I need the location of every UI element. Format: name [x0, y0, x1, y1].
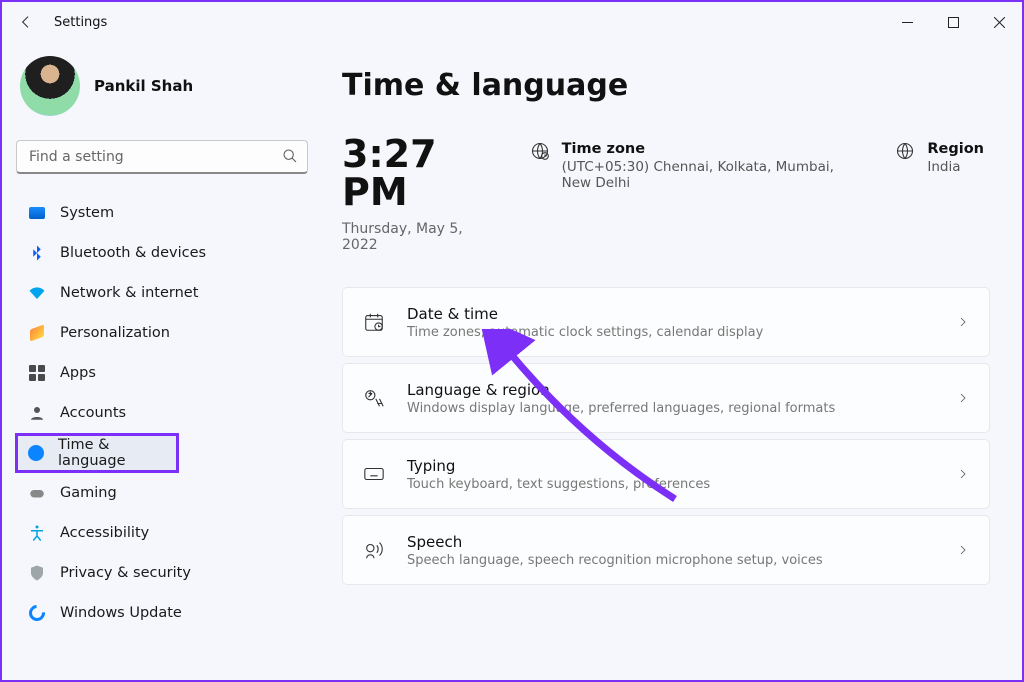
- card-subtitle: Touch keyboard, text suggestions, prefer…: [407, 477, 935, 492]
- card-subtitle: Speech language, speech recognition micr…: [407, 553, 935, 568]
- user-name: Pankil Shah: [94, 77, 193, 95]
- region-label: Region: [927, 141, 984, 157]
- card-title: Typing: [407, 457, 935, 475]
- chevron-right-icon: [957, 541, 969, 560]
- sidebar-item-personalization[interactable]: Personalization: [16, 314, 308, 352]
- sidebar-item-label: Apps: [60, 365, 96, 381]
- keyboard-icon: [363, 463, 385, 485]
- sidebar-item-label: Accounts: [60, 405, 126, 421]
- sidebar-item-label: Network & internet: [60, 285, 198, 301]
- chevron-right-icon: [957, 465, 969, 484]
- bluetooth-icon: [28, 244, 46, 262]
- card-title: Date & time: [407, 305, 935, 323]
- card-speech[interactable]: Speech Speech language, speech recogniti…: [342, 515, 990, 585]
- close-button[interactable]: [976, 2, 1022, 42]
- window-title: Settings: [54, 15, 107, 30]
- sidebar-item-label: Personalization: [60, 325, 170, 341]
- back-button[interactable]: [6, 2, 46, 42]
- speech-icon: [363, 539, 385, 561]
- apps-icon: [28, 364, 46, 382]
- sidebar-item-label: Time & language: [58, 437, 168, 469]
- globe-icon: [895, 141, 915, 165]
- search-input[interactable]: [16, 140, 308, 174]
- minimize-button[interactable]: [884, 2, 930, 42]
- settings-cards: Date & time Time zones, automatic clock …: [342, 287, 990, 585]
- sidebar-item-accessibility[interactable]: Accessibility: [16, 514, 308, 552]
- update-icon: [28, 604, 46, 622]
- info-row: 3:27 PM Thursday, May 5, 2022 Time zone …: [342, 135, 990, 253]
- timezone-block[interactable]: Time zone (UTC+05:30) Chennai, Kolkata, …: [530, 135, 860, 191]
- card-date-time[interactable]: Date & time Time zones, automatic clock …: [342, 287, 990, 357]
- card-title: Speech: [407, 533, 935, 551]
- user-profile[interactable]: Pankil Shah: [16, 56, 308, 116]
- page-title: Time & language: [342, 68, 990, 103]
- calendar-clock-icon: [363, 311, 385, 333]
- timezone-label: Time zone: [562, 141, 860, 157]
- nav-list: System Bluetooth & devices Network & int…: [16, 194, 308, 632]
- clock-time: 3:27 PM: [342, 135, 494, 211]
- shield-icon: [28, 564, 46, 582]
- sidebar-item-label: Accessibility: [60, 525, 149, 541]
- chevron-right-icon: [957, 313, 969, 332]
- sidebar-item-label: Bluetooth & devices: [60, 245, 206, 261]
- region-value: India: [927, 159, 984, 175]
- sidebar-item-label: Privacy & security: [60, 565, 191, 581]
- sidebar-item-network[interactable]: Network & internet: [16, 274, 308, 312]
- card-subtitle: Time zones, automatic clock settings, ca…: [407, 325, 935, 340]
- maximize-button[interactable]: [930, 2, 976, 42]
- accessibility-icon: [28, 524, 46, 542]
- card-title: Language & region: [407, 381, 935, 399]
- main-content: Time & language 3:27 PM Thursday, May 5,…: [322, 42, 1022, 680]
- paintbrush-icon: [28, 324, 46, 342]
- sidebar-item-gaming[interactable]: Gaming: [16, 474, 308, 512]
- sidebar-item-bluetooth[interactable]: Bluetooth & devices: [16, 234, 308, 272]
- system-icon: [28, 204, 46, 222]
- region-block[interactable]: Region India: [895, 135, 990, 175]
- sidebar-item-privacy[interactable]: Privacy & security: [16, 554, 308, 592]
- gamepad-icon: [28, 484, 46, 502]
- person-icon: [28, 404, 46, 422]
- sidebar-item-accounts[interactable]: Accounts: [16, 394, 308, 432]
- card-subtitle: Windows display language, preferred lang…: [407, 401, 935, 416]
- sidebar-item-label: System: [60, 205, 114, 221]
- sidebar-item-apps[interactable]: Apps: [16, 354, 308, 392]
- language-icon: [363, 387, 385, 409]
- title-bar: Settings: [2, 2, 1022, 42]
- sidebar-item-system[interactable]: System: [16, 194, 308, 232]
- clock-block: 3:27 PM Thursday, May 5, 2022: [342, 135, 494, 253]
- card-typing[interactable]: Typing Touch keyboard, text suggestions,…: [342, 439, 990, 509]
- clock-date: Thursday, May 5, 2022: [342, 221, 494, 253]
- timezone-icon: [530, 141, 550, 165]
- sidebar: Pankil Shah System Bluetooth & devices N…: [2, 42, 322, 680]
- sidebar-item-label: Gaming: [60, 485, 117, 501]
- chevron-right-icon: [957, 389, 969, 408]
- sidebar-item-label: Windows Update: [60, 605, 182, 621]
- avatar: [20, 56, 80, 116]
- globe-clock-icon: [28, 444, 44, 462]
- sidebar-item-windows-update[interactable]: Windows Update: [16, 594, 308, 632]
- sidebar-item-time-language[interactable]: Time & language: [16, 434, 178, 472]
- timezone-value: (UTC+05:30) Chennai, Kolkata, Mumbai, Ne…: [562, 159, 860, 191]
- wifi-icon: [28, 284, 46, 302]
- card-language-region[interactable]: Language & region Windows display langua…: [342, 363, 990, 433]
